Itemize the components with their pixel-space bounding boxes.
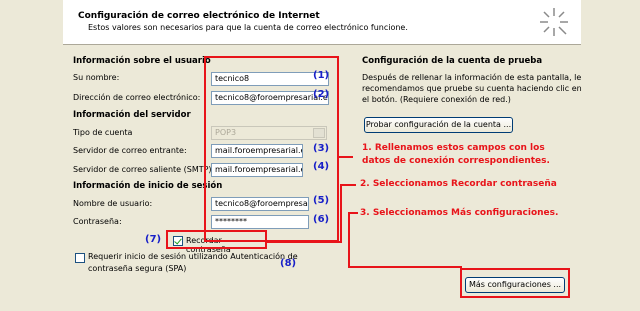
connector-line-1 [339,156,353,158]
connector-line-2b [340,184,342,243]
test-account-button[interactable]: Probar configuración de la cuenta ... [364,117,513,133]
marker-2: (2) [313,89,330,100]
annotation-2: 2. Seleccionamos Recordar contraseña [360,179,557,189]
marker-4: (4) [313,161,330,172]
server-info-heading: Información del servidor [73,110,191,120]
email-label: Dirección de correo electrónico: [73,93,201,102]
account-type-label: Tipo de cuenta [73,128,133,137]
connector-line-3a [348,212,350,268]
password-label: Contraseña: [73,217,122,226]
annotation-3: 3. Seleccionamos Más configuraciones. [360,208,559,218]
test-desc-line1: Después de rellenar la información de es… [362,73,582,82]
test-heading: Configuración de la cuenta de prueba [362,56,543,66]
marker-6: (6) [313,214,330,225]
sparkle-wand-icon [540,8,568,36]
marker-3: (3) [313,143,330,154]
login-info-heading: Información de inicio de sesión [73,181,223,191]
more-settings-highlight-box [460,268,570,298]
incoming-server-label: Servidor de correo entrante: [73,146,187,155]
name-label: Su nombre: [73,73,120,82]
marker-5: (5) [313,195,330,206]
outgoing-server-label: Servidor de correo saliente (SMTP) [73,165,212,174]
connector-line-3c [348,266,462,268]
spa-label-line2: contraseña segura (SPA) [88,264,187,273]
annotation-1-line2: datos de conexión correspondientes. [362,156,550,166]
user-info-heading: Información sobre el usuario [73,56,211,66]
spa-label-line1: Requerir inicio de sesión utilizando Aut… [88,252,298,261]
remember-highlight-box [166,230,267,249]
spa-checkbox[interactable] [75,253,85,263]
annotation-1-line1: 1. Rellenamos estos campos con los [362,143,545,153]
username-label: Nombre de usuario: [73,199,153,208]
marker-8: (8) [280,258,297,269]
dialog-title: Configuración de correo electrónico de I… [78,11,320,21]
connector-line-2a [266,241,341,243]
marker-7: (7) [145,234,162,245]
dialog-subtitle: Estos valores son necesarios para que la… [88,23,408,32]
test-desc-line3: el botón. (Requiere conexión de red.) [362,95,511,104]
connector-line-2c [340,184,356,186]
connector-line-3b [348,212,358,214]
test-desc-line2: recomendamos que pruebe su cuenta hacien… [362,84,582,93]
marker-1: (1) [313,70,330,81]
